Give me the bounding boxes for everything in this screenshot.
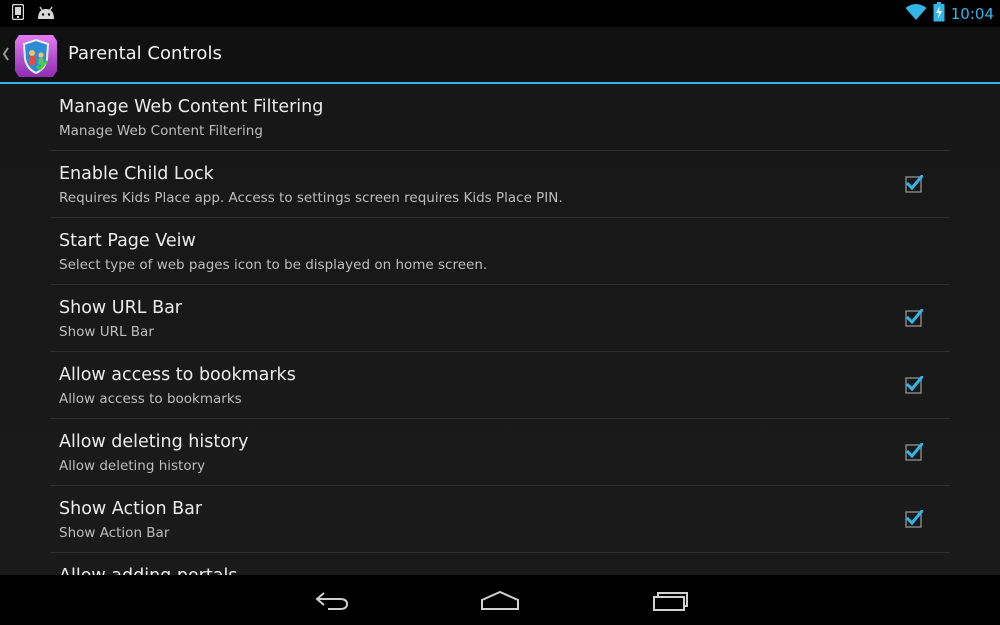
checkbox[interactable] xyxy=(905,441,925,461)
preference-summary: Show Action Bar xyxy=(59,525,170,541)
preference-row[interactable]: Enable Child Lock Requires Kids Place app… xyxy=(50,151,950,218)
checkbox[interactable] xyxy=(905,307,925,327)
preference-title: Start Page Veiw xyxy=(59,231,196,251)
checkbox[interactable] xyxy=(905,173,925,193)
preference-summary: Select type of web pages icon to be disp… xyxy=(59,257,488,273)
checkbox[interactable] xyxy=(905,508,925,528)
system-status: 10:04 xyxy=(905,2,994,26)
preference-title: Show URL Bar xyxy=(59,298,182,318)
preference-row[interactable]: Show Action Bar Show Action Bar xyxy=(50,486,950,553)
up-caret-icon[interactable] xyxy=(2,46,10,66)
wifi-icon xyxy=(905,3,927,25)
preference-title: Manage Web Content Filtering xyxy=(59,97,324,117)
preference-title: Show Action Bar xyxy=(59,499,203,519)
page-title: Parental Controls xyxy=(68,43,222,64)
back-icon[interactable] xyxy=(312,587,352,613)
preference-row[interactable]: Manage Web Content Filtering Manage Web C… xyxy=(50,84,950,151)
preference-summary: Requires Kids Place app. Access to setti… xyxy=(59,190,563,206)
clock: 10:04 xyxy=(950,5,994,23)
preference-title: Allow deleting history xyxy=(59,432,249,452)
screen: 10:04 Parental Controls Manage Web Conte… xyxy=(0,0,1000,625)
status-bar: 10:04 xyxy=(0,0,1000,27)
preference-row[interactable]: Show URL Bar Show URL Bar xyxy=(50,285,950,352)
app-shield-icon[interactable] xyxy=(11,31,61,79)
preference-summary: Allow access to bookmarks xyxy=(59,391,242,407)
notification-icons xyxy=(11,3,56,24)
home-icon[interactable] xyxy=(480,587,520,613)
preference-title: Allow access to bookmarks xyxy=(59,365,296,385)
recent-apps-icon[interactable] xyxy=(650,587,690,613)
preference-summary: Manage Web Content Filtering xyxy=(59,123,263,139)
preference-summary: Allow deleting history xyxy=(59,458,206,474)
preference-row[interactable]: Allow adding portals xyxy=(50,553,950,575)
preference-row[interactable]: Start Page Veiw Select type of web pages … xyxy=(50,218,950,285)
android-icon xyxy=(36,5,56,24)
checkbox[interactable] xyxy=(905,374,925,394)
preference-row[interactable]: Allow deleting history Allow deleting his… xyxy=(50,419,950,486)
preference-row[interactable]: Allow access to bookmarks Allow access to… xyxy=(50,352,950,419)
preference-title: Allow adding portals xyxy=(59,566,237,575)
action-bar[interactable]: Parental Controls xyxy=(0,27,1000,82)
device-icon xyxy=(11,3,25,24)
preference-list[interactable]: Manage Web Content Filtering Manage Web C… xyxy=(50,84,950,575)
battery-charging-icon xyxy=(933,2,945,26)
preference-title: Enable Child Lock xyxy=(59,164,214,184)
preference-summary: Show URL Bar xyxy=(59,324,154,340)
navigation-bar xyxy=(0,575,1000,625)
